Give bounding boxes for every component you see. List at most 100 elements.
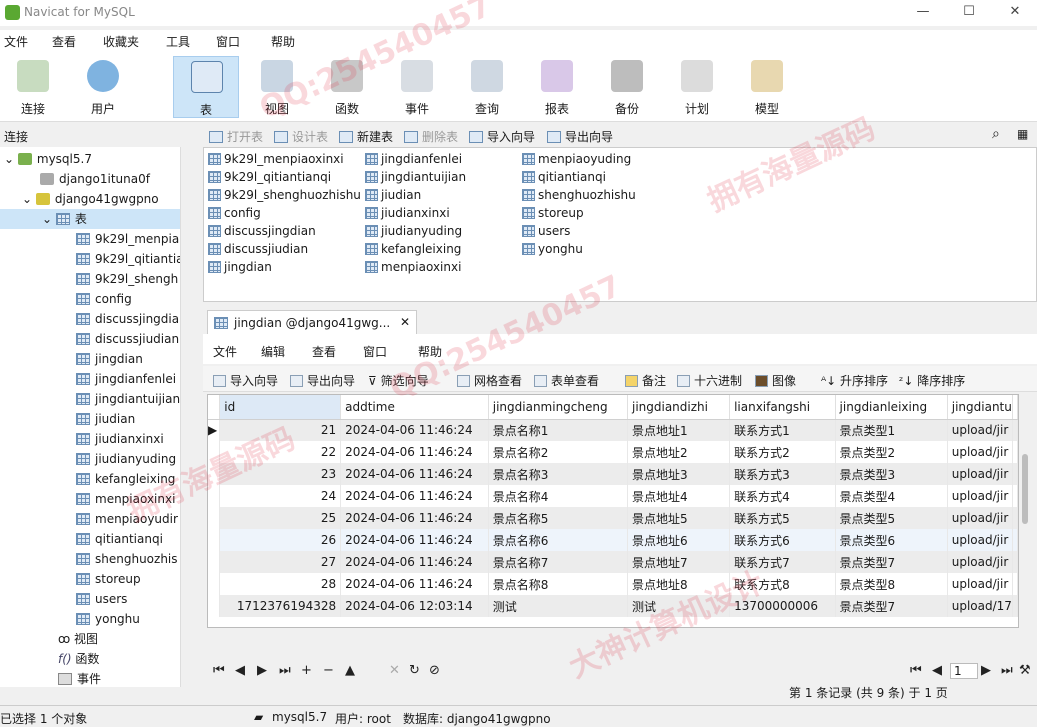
tree-events[interactable]: 事件: [58, 669, 101, 687]
tree-table-item[interactable]: 9k29l_shengh: [76, 269, 178, 289]
grid-cell[interactable]: 景点类型4: [835, 485, 948, 507]
object-list-item[interactable]: discussjingdian: [208, 222, 316, 240]
grid-cell[interactable]: 景点名称4: [488, 485, 628, 507]
grid-cell[interactable]: 1712376194328: [219, 595, 342, 617]
grid-cell[interactable]: 景点地址8: [627, 573, 731, 595]
import-wizard-button[interactable]: 导入向导: [469, 128, 535, 145]
grid-cell[interactable]: upload/jir: [947, 485, 1014, 507]
export-wizard-tool[interactable]: 导出向导: [290, 372, 355, 389]
grid-cell[interactable]: upload/jir: [947, 551, 1014, 573]
grid-vertical-scrollbar[interactable]: [1019, 394, 1033, 628]
grid-cell[interactable]: 景点类型1: [835, 419, 948, 441]
grid-cell[interactable]: 景点名称6: [488, 529, 628, 551]
grid-cell[interactable]: 2024-04-06 11:46:24: [340, 507, 489, 529]
column-header[interactable]: jingdiandizhi: [627, 395, 731, 420]
tree-db-django41gwgpno[interactable]: ⌄ django41gwgpno: [22, 189, 159, 209]
apply-icon[interactable]: ▲: [345, 663, 355, 678]
model-button[interactable]: 模型: [734, 56, 800, 118]
new-table-button[interactable]: 新建表: [339, 128, 393, 145]
first-page-icon[interactable]: ⏮: [910, 663, 922, 678]
tree-table-item[interactable]: storeup: [76, 569, 141, 589]
table-row[interactable]: 27 2024-04-06 11:46:24 景点名称7 景点地址7 联系方式7 景点类型…: [208, 551, 1018, 573]
grid-cell[interactable]: 景点类型6: [835, 529, 948, 551]
cancel-icon[interactable]: ✕: [389, 663, 400, 678]
refresh-icon[interactable]: ↻: [409, 663, 420, 678]
minimize-button[interactable]: —: [912, 3, 934, 21]
tree-db-django1ituna0f[interactable]: django1ituna0f: [40, 169, 150, 189]
object-list-item[interactable]: 9k29l_qitiantianqi: [208, 168, 331, 186]
grid-cell[interactable]: upload/jir: [947, 441, 1014, 463]
object-list-item[interactable]: menpiaoxinxi: [365, 258, 461, 276]
column-header[interactable]: id: [219, 395, 342, 420]
filter-wizard-tool[interactable]: ⊽ 筛选向导: [368, 372, 429, 389]
data-menu-file[interactable]: 文件: [213, 343, 237, 360]
grid-cell[interactable]: 2024-04-06 11:46:24: [340, 463, 489, 485]
grid-cell[interactable]: 25: [219, 507, 342, 529]
grid-cell[interactable]: 测试: [488, 595, 628, 617]
column-header[interactable]: jingdiantu: [947, 395, 1014, 420]
grid-cell[interactable]: 联系方式2: [729, 441, 836, 463]
table-row[interactable]: 24 2024-04-06 11:46:24 景点名称4 景点地址4 联系方式4 景点类型…: [208, 485, 1018, 507]
tree-table-item[interactable]: config: [76, 289, 132, 309]
object-list-item[interactable]: jiudianyuding: [365, 222, 462, 240]
grid-cell[interactable]: 2024-04-06 11:46:24: [340, 573, 489, 595]
form-view-tool[interactable]: 表单查看: [534, 372, 599, 389]
tree-server-mysql[interactable]: ⌄ mysql5.7: [4, 149, 92, 169]
grid-view-tool[interactable]: 网格查看: [457, 372, 522, 389]
grid-cell[interactable]: 景点名称1: [488, 419, 628, 441]
grid-cell[interactable]: upload/jir: [947, 507, 1014, 529]
memo-tool[interactable]: 备注: [625, 372, 666, 389]
column-header[interactable]: jingdianmingcheng: [488, 395, 628, 420]
view-button[interactable]: 视图: [244, 56, 310, 118]
close-window-button[interactable]: ✕: [1004, 3, 1026, 21]
column-header[interactable]: jingdianleixing: [835, 395, 948, 420]
object-list-item[interactable]: jingdianfenlei: [365, 150, 462, 168]
object-list-item[interactable]: jingdiantuijian: [365, 168, 466, 186]
stop-icon[interactable]: ⊘: [429, 663, 440, 678]
tree-table-item[interactable]: menpiaoxinxi: [76, 489, 175, 509]
data-menu-window[interactable]: 窗口: [363, 343, 387, 360]
table-row[interactable]: 26 2024-04-06 11:46:24 景点名称6 景点地址6 联系方式6 景点类型…: [208, 529, 1018, 551]
prev-record-icon[interactable]: ◀: [235, 663, 245, 678]
menu-view[interactable]: 查看: [52, 33, 76, 50]
tree-table-item[interactable]: qitiantianqi: [76, 529, 163, 549]
page-input[interactable]: 1: [950, 663, 978, 679]
tree-table-item[interactable]: jingdian: [76, 349, 143, 369]
tree-table-item[interactable]: jiudianxinxi: [76, 429, 164, 449]
grid-cell[interactable]: 联系方式8: [729, 573, 836, 595]
column-header[interactable]: lianxifangshi: [729, 395, 836, 420]
grid-cell[interactable]: 景点地址1: [627, 419, 731, 441]
grid-cell[interactable]: 景点地址4: [627, 485, 731, 507]
data-menu-edit[interactable]: 编辑: [261, 343, 285, 360]
settings-icon[interactable]: ⚒: [1019, 663, 1031, 678]
column-header[interactable]: addtime: [340, 395, 489, 420]
report-button[interactable]: 报表: [524, 56, 590, 118]
tree-table-item[interactable]: yonghu: [76, 609, 140, 629]
table-button[interactable]: 表: [173, 56, 239, 118]
sort-desc-tool[interactable]: ᶻ↓ 降序排序: [899, 372, 965, 389]
tree-table-item[interactable]: jiudian: [76, 409, 135, 429]
tree-scrollbar[interactable]: [180, 147, 196, 687]
table-row[interactable]: 22 2024-04-06 11:46:24 景点名称2 景点地址2 联系方式2 景点类型…: [208, 441, 1018, 463]
tree-functions[interactable]: f() 函数: [58, 649, 99, 669]
tree-table-item[interactable]: jingdianfenlei: [76, 369, 176, 389]
object-list-item[interactable]: users: [522, 222, 570, 240]
grid-cell[interactable]: 景点类型2: [835, 441, 948, 463]
grid-cell[interactable]: 22: [219, 441, 342, 463]
grid-cell[interactable]: 26: [219, 529, 342, 551]
close-tab-icon[interactable]: ✕: [400, 315, 410, 329]
table-row[interactable]: ▶ 21 2024-04-06 11:46:24 景点名称1 景点地址1 联系方式1 景点类…: [208, 419, 1018, 441]
event-button[interactable]: 事件: [384, 56, 450, 118]
tree-table-item[interactable]: jingdiantuijian: [76, 389, 180, 409]
design-table-button[interactable]: 设计表: [274, 128, 328, 145]
import-wizard-tool[interactable]: 导入向导: [213, 372, 278, 389]
next-page-icon[interactable]: ▶: [981, 663, 991, 678]
grid-cell[interactable]: 2024-04-06 11:46:24: [340, 485, 489, 507]
grid-cell[interactable]: 联系方式7: [729, 551, 836, 573]
tab-jingdian[interactable]: jingdian @django41gwg... ✕: [207, 310, 417, 334]
object-list-item[interactable]: qitiantianqi: [522, 168, 606, 186]
grid-cell[interactable]: 景点类型7: [835, 595, 948, 617]
grid-cell[interactable]: 24: [219, 485, 342, 507]
table-row[interactable]: 1712376194328 2024-04-06 12:03:14 测试 测试 1370…: [208, 595, 1018, 617]
query-button[interactable]: 查询: [454, 56, 520, 118]
